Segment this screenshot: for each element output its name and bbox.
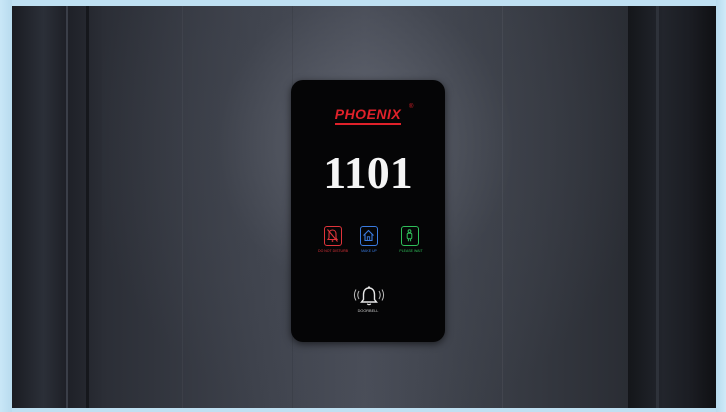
top-border [12,0,716,6]
brand-name: PHOENIX [334,106,402,122]
brand-logo: PHOENIX [291,106,445,125]
please-wait-button[interactable] [401,226,419,246]
wall-right [716,0,726,412]
doorbell-label: DOORBELL [357,309,379,313]
doorbell-button[interactable] [351,284,387,308]
wall-left [0,0,12,412]
person-waiting-icon [406,229,413,242]
doorplate-panel: PHOENIX ® 1101 DO NOT DISTURB MAKE UP PL… [291,80,445,342]
bell-icon [360,286,378,306]
sound-waves-icon [353,289,385,301]
registered-mark: ® [409,104,414,110]
brand-underline [335,123,401,125]
do-not-disturb-button[interactable] [324,226,342,246]
please-wait-label: PLEASE WAIT [399,249,423,253]
do-not-disturb-label: DO NOT DISTURB [318,249,348,253]
house-icon [363,229,374,242]
frame-groove [66,0,68,412]
make-up-label: MAKE UP [361,249,377,253]
wood-grain [182,0,183,412]
room-number: 1101 [323,147,413,198]
frame-groove [656,0,659,412]
wood-grain [502,0,503,412]
do-not-disturb-icon [326,229,339,242]
door-frame-right [628,0,716,412]
bottom-border [12,408,716,412]
make-up-room-button[interactable] [360,226,378,246]
door-frame-left [12,0,102,412]
photo-frame: PHOENIX ® 1101 DO NOT DISTURB MAKE UP PL… [0,0,726,412]
frame-groove [86,0,89,412]
